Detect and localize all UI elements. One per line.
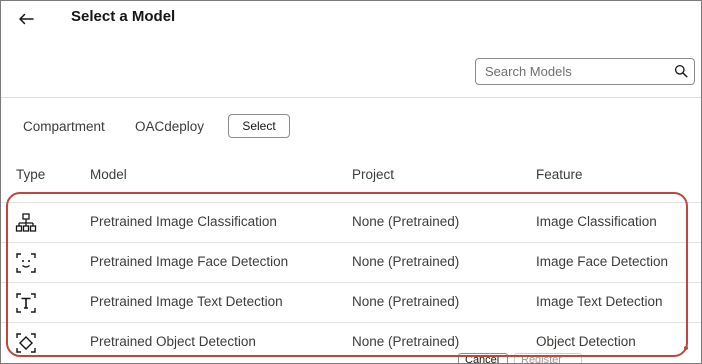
project-name: None (Pretrained) [352, 334, 460, 349]
cancel-button[interactable]: Cancel [458, 353, 508, 363]
project-name: None (Pretrained) [352, 214, 460, 229]
model-name: Pretrained Object Detection [90, 334, 256, 349]
table-row[interactable]: Pretrained Image Classification None (Pr… [1, 202, 701, 242]
feature-name: Image Classification [536, 214, 657, 229]
table-row[interactable]: Pretrained Object Detection None (Pretra… [1, 322, 701, 362]
dialog-title: Select a Model [71, 8, 176, 25]
feature-name: Object Detection [536, 334, 636, 349]
search-icon[interactable] [674, 64, 688, 78]
model-name: Pretrained Image Text Detection [90, 294, 283, 309]
face-detection-icon [16, 253, 36, 273]
arrow-left-icon [19, 13, 34, 25]
column-header-type[interactable]: Type [16, 167, 45, 182]
compartment-label: Compartment [23, 119, 105, 134]
annotation-dot [684, 346, 688, 350]
feature-name: Image Face Detection [536, 254, 669, 269]
select-compartment-button[interactable]: Select [228, 114, 290, 138]
feature-name: Image Text Detection [536, 294, 663, 309]
search-input[interactable] [477, 60, 667, 83]
project-name: None (Pretrained) [352, 294, 460, 309]
image-classification-icon [15, 213, 37, 232]
column-header-project[interactable]: Project [352, 167, 394, 182]
register-button[interactable]: Register [514, 353, 582, 363]
object-detection-icon [16, 333, 36, 353]
table-header: Type Model Project Feature [1, 156, 701, 194]
back-button[interactable] [13, 8, 39, 30]
table-row[interactable]: Pretrained Image Face Detection None (Pr… [1, 242, 701, 282]
search-box[interactable] [475, 58, 695, 85]
text-detection-icon [16, 293, 36, 313]
table-row[interactable]: Pretrained Image Text Detection None (Pr… [1, 282, 701, 322]
select-model-dialog: Select a Model Compartment OACdeploy Sel… [0, 0, 702, 364]
column-header-model[interactable]: Model [90, 167, 127, 182]
dialog-header: Select a Model [1, 1, 701, 98]
model-name: Pretrained Image Face Detection [90, 254, 289, 269]
column-header-feature[interactable]: Feature [536, 167, 583, 182]
compartment-value: OACdeploy [135, 119, 205, 134]
model-name: Pretrained Image Classification [90, 214, 277, 229]
project-name: None (Pretrained) [352, 254, 460, 269]
